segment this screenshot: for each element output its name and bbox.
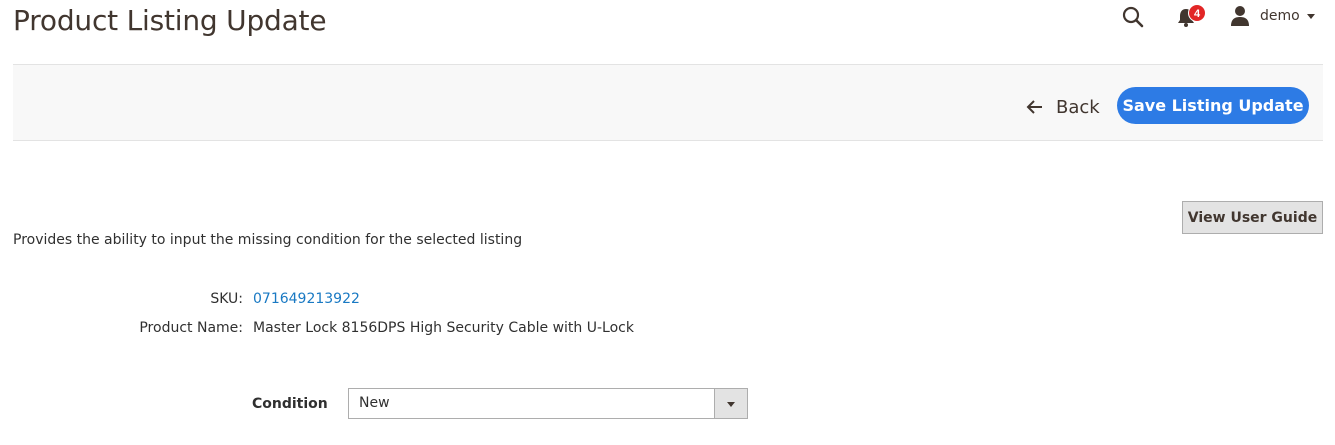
page-description: Provides the ability to input the missin…	[13, 232, 523, 248]
condition-selected-value: New	[359, 395, 390, 411]
product-name-value: Master Lock 8156DPS High Security Cable …	[253, 320, 634, 336]
product-name-label: Product Name:	[139, 320, 243, 336]
arrow-left-icon	[1026, 100, 1042, 114]
search-button[interactable]	[1121, 5, 1145, 29]
user-account-menu[interactable]: demo	[1230, 4, 1315, 28]
condition-select[interactable]: New	[348, 388, 748, 419]
sku-link[interactable]: 071649213922	[253, 291, 360, 307]
back-button-label: Back	[1056, 96, 1100, 118]
search-icon	[1122, 6, 1144, 28]
condition-dropdown-toggle[interactable]	[714, 389, 747, 418]
notification-count-badge[interactable]: 4	[1188, 4, 1206, 22]
view-user-guide-button[interactable]: View User Guide	[1182, 201, 1323, 234]
save-listing-update-button[interactable]: Save Listing Update	[1117, 87, 1309, 124]
sku-label: SKU:	[210, 291, 243, 307]
user-icon	[1231, 6, 1249, 26]
back-button[interactable]: Back	[1026, 95, 1100, 119]
chevron-down-icon	[1306, 13, 1315, 19]
condition-label: Condition	[252, 396, 328, 412]
user-name: demo	[1260, 8, 1300, 24]
page-title: Product Listing Update	[13, 4, 327, 37]
chevron-down-icon	[727, 402, 735, 407]
